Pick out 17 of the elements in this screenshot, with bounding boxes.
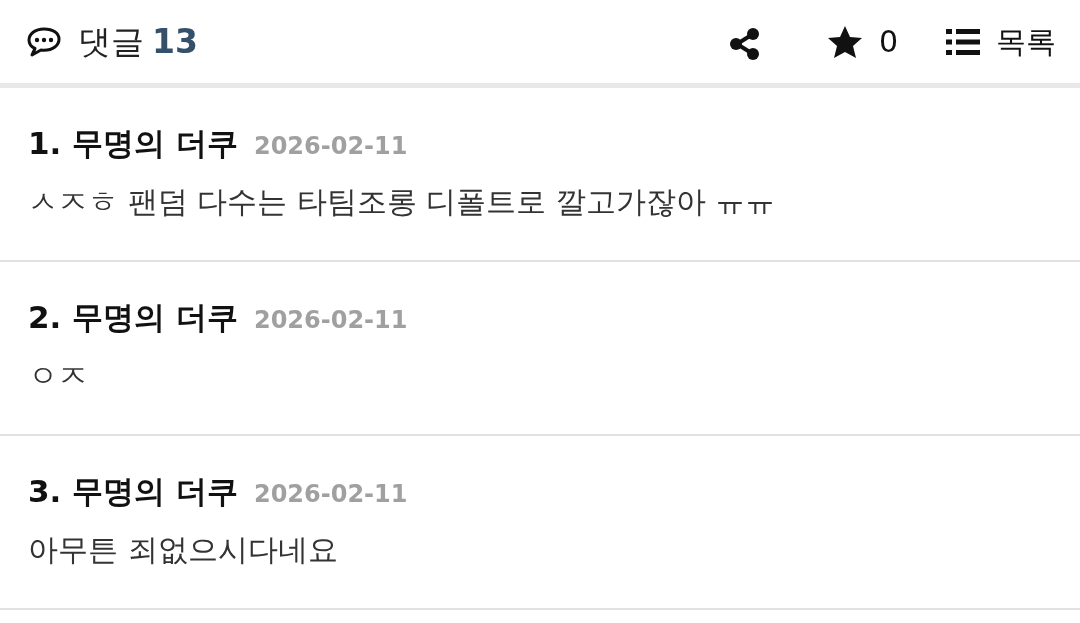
comment-text: ㅇㅈ [28, 356, 89, 395]
list-button[interactable]: 목록 [946, 19, 1056, 64]
list-icon [946, 27, 980, 56]
star-icon [826, 24, 863, 59]
comment-icon [26, 25, 62, 58]
comment-author: 2. 무명의 더쿠 [28, 298, 238, 337]
comment-text: ㅅㅈㅎ 팬덤 다수는 타팀조롱 디폴트로 깔고가잖아 ㅠㅠ [28, 182, 777, 221]
share-icon [728, 26, 761, 61]
comment-date: 2026-02-11 [253, 479, 408, 510]
comment-count: 13 [152, 20, 198, 63]
comment-author: 3. 무명의 더쿠 [28, 472, 238, 511]
comment-date: 2026-02-11 [253, 131, 408, 162]
comments-title: 댓글 [78, 20, 144, 63]
comment-author: 1. 무명의 더쿠 [28, 124, 238, 163]
comment-date: 2026-02-11 [253, 305, 408, 336]
favorite-button[interactable]: 0 [826, 19, 898, 64]
comment-text: 아무튼 죄없으시다네요 [28, 530, 339, 569]
